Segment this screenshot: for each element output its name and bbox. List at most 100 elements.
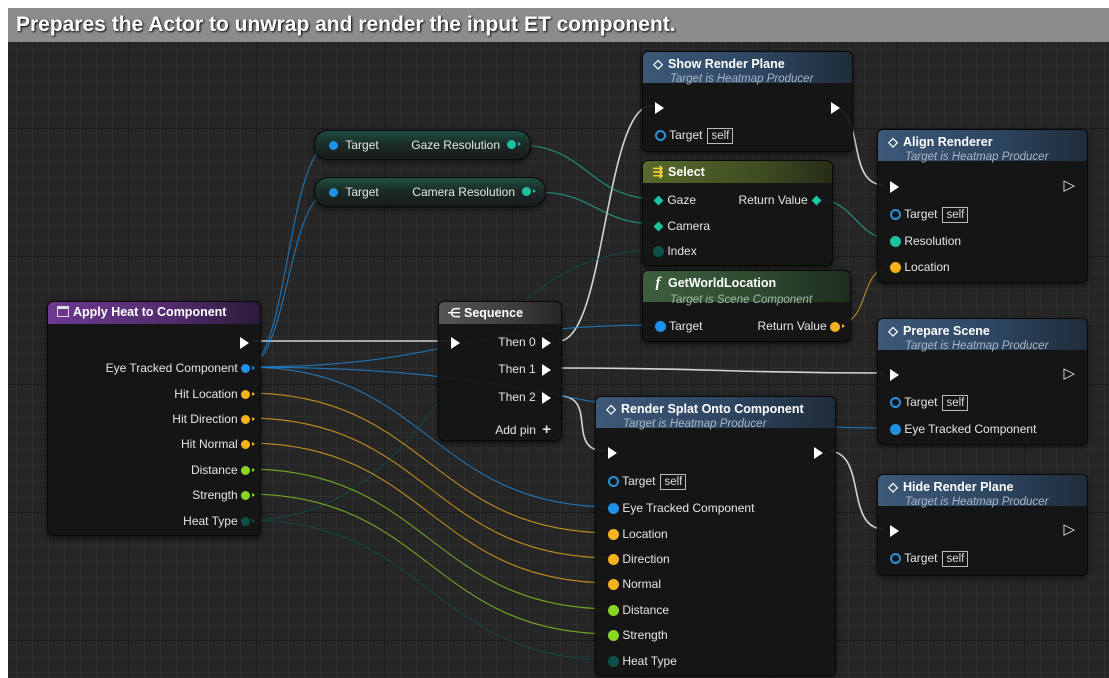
gaze-resolution-pin[interactable] bbox=[507, 140, 521, 149]
exec-out-pin[interactable] bbox=[240, 336, 249, 349]
target-pin[interactable] bbox=[329, 188, 338, 198]
location-pin[interactable] bbox=[890, 262, 901, 274]
property-label: Camera Resolution bbox=[412, 185, 515, 199]
node-title: Show Render Plane bbox=[668, 57, 785, 71]
comment-box-title[interactable]: Prepares the Actor to unwrap and render … bbox=[8, 8, 1109, 42]
prepare-scene-node[interactable]: ◇ Prepare Scene Target is Heatmap Produce… bbox=[877, 318, 1088, 445]
exec-out-hollow-icon[interactable]: ▷ bbox=[1063, 177, 1075, 194]
select-node[interactable]: ⇶ Select Gaze Return Value Camera Index bbox=[642, 160, 833, 266]
target-label: Target bbox=[345, 185, 379, 199]
add-pin-button[interactable]: Add pin + bbox=[495, 421, 551, 439]
show-render-plane-node[interactable]: ◇ Show Render Plane Target is Heatmap Pro… bbox=[642, 51, 853, 152]
get-world-location-node[interactable]: f GetWorldLocation Target is Scene Compon… bbox=[642, 270, 851, 342]
pin-label: Target bbox=[904, 395, 938, 409]
heat-type-pin[interactable] bbox=[608, 656, 619, 668]
function-icon: ◇ bbox=[888, 480, 898, 494]
node-subtitle: Target is Heatmap Producer bbox=[905, 340, 1049, 352]
gaze-resolution-getter-node[interactable]: Target Gaze Resolution bbox=[314, 130, 531, 160]
camera-resolution-pin[interactable] bbox=[522, 187, 536, 196]
exec-in-pin[interactable] bbox=[890, 524, 899, 537]
target-pin[interactable] bbox=[608, 476, 619, 488]
location-pin[interactable] bbox=[608, 529, 619, 541]
target-pin[interactable] bbox=[890, 397, 901, 409]
apply-heat-to-component-node[interactable]: Apply Heat to Component Eye Tracked Comp… bbox=[47, 301, 261, 536]
pin-label: Heat Type bbox=[183, 514, 238, 528]
hit-normal-pin[interactable] bbox=[241, 440, 255, 450]
exec-in-pin[interactable] bbox=[890, 368, 899, 381]
target-pin[interactable] bbox=[890, 209, 901, 221]
then-1-pin[interactable] bbox=[542, 363, 551, 376]
node-title: Prepare Scene bbox=[903, 324, 990, 338]
exec-out-hollow-icon[interactable]: ▷ bbox=[1063, 365, 1075, 382]
exec-in-pin[interactable] bbox=[608, 446, 617, 459]
then-2-pin[interactable] bbox=[542, 391, 551, 404]
normal-pin[interactable] bbox=[608, 579, 619, 591]
pin-label: Hit Normal bbox=[180, 437, 238, 451]
pin-label: Heat Type bbox=[622, 654, 677, 668]
eye-tracked-component-pin[interactable] bbox=[890, 424, 901, 436]
node-title: Align Renderer bbox=[903, 135, 993, 149]
exec-in-pin[interactable] bbox=[890, 180, 899, 193]
exec-out-hollow-icon[interactable]: ▷ bbox=[1063, 521, 1075, 538]
index-pin[interactable] bbox=[653, 246, 664, 258]
data-wire[interactable] bbox=[245, 519, 614, 661]
target-self-field[interactable]: self bbox=[660, 474, 687, 490]
resolution-pin[interactable] bbox=[890, 236, 901, 248]
render-splat-onto-component-node[interactable]: ◇ Render Splat Onto Component Target is H… bbox=[595, 396, 836, 676]
target-self-field[interactable]: self bbox=[942, 551, 969, 567]
function-icon: ◇ bbox=[888, 324, 898, 338]
camera-pin[interactable] bbox=[653, 221, 664, 232]
pin-label: Hit Location bbox=[174, 387, 238, 401]
select-icon: ⇶ bbox=[652, 165, 664, 179]
then-0-pin[interactable] bbox=[542, 336, 551, 349]
node-subtitle: Target is Heatmap Producer bbox=[905, 496, 1049, 508]
align-renderer-node[interactable]: ◇ Align Renderer Target is Heatmap Produc… bbox=[877, 129, 1088, 283]
eye-tracked-component-pin[interactable] bbox=[608, 503, 619, 515]
pin-label: Eye Tracked Component bbox=[904, 422, 1037, 436]
pin-label: Direction bbox=[622, 552, 670, 566]
function-icon: ◇ bbox=[653, 57, 663, 71]
distance-pin[interactable] bbox=[608, 605, 619, 617]
exec-out-pin[interactable] bbox=[814, 446, 823, 459]
target-pin[interactable] bbox=[890, 553, 901, 565]
exec-in-pin[interactable] bbox=[451, 336, 460, 349]
camera-resolution-getter-node[interactable]: Target Camera Resolution bbox=[314, 177, 546, 207]
hide-render-plane-node[interactable]: ◇ Hide Render Plane Target is Heatmap Pro… bbox=[877, 474, 1088, 576]
data-wire[interactable] bbox=[245, 468, 614, 610]
gaze-pin[interactable] bbox=[653, 195, 664, 206]
target-self-field[interactable]: self bbox=[942, 395, 969, 411]
pin-label: Distance bbox=[622, 603, 670, 617]
pin-label: Resolution bbox=[904, 234, 962, 248]
exec-wire[interactable] bbox=[558, 105, 652, 342]
target-self-field[interactable]: self bbox=[707, 128, 734, 144]
pin-label: Target bbox=[669, 128, 703, 142]
exec-wire[interactable] bbox=[827, 450, 885, 530]
direction-pin[interactable] bbox=[608, 554, 619, 566]
pin-label: Eye Tracked Component bbox=[622, 501, 755, 515]
return-value-pin[interactable] bbox=[811, 195, 822, 206]
target-self-field[interactable]: self bbox=[942, 207, 969, 223]
node-title: Select bbox=[668, 165, 705, 179]
data-wire[interactable] bbox=[534, 191, 659, 225]
data-wire[interactable] bbox=[245, 493, 614, 635]
sequence-node[interactable]: ⋲ Sequence Then 0 Then 1 Then 2 Add pin + bbox=[438, 301, 562, 441]
hit-direction-pin[interactable] bbox=[241, 415, 255, 425]
pin-label: Target bbox=[904, 551, 938, 565]
hit-location-pin[interactable] bbox=[241, 390, 255, 400]
target-pin[interactable] bbox=[329, 141, 338, 151]
return-value-pin[interactable] bbox=[830, 321, 845, 332]
node-title: Render Splat Onto Component bbox=[621, 402, 804, 416]
strength-pin[interactable] bbox=[608, 630, 619, 642]
distance-pin[interactable] bbox=[241, 466, 255, 476]
strength-pin[interactable] bbox=[241, 491, 255, 501]
function-icon: ◇ bbox=[888, 135, 898, 149]
exec-wire[interactable] bbox=[558, 367, 885, 374]
exec-in-pin[interactable] bbox=[655, 101, 664, 114]
heat-type-pin[interactable] bbox=[241, 517, 255, 527]
exec-out-pin[interactable] bbox=[831, 101, 840, 114]
target-pin[interactable] bbox=[655, 130, 666, 142]
node-title: Apply Heat to Component bbox=[73, 305, 227, 319]
node-subtitle: Target is Scene Component bbox=[670, 294, 813, 306]
eye-tracked-component-pin[interactable] bbox=[241, 364, 255, 374]
target-pin[interactable] bbox=[655, 321, 666, 333]
